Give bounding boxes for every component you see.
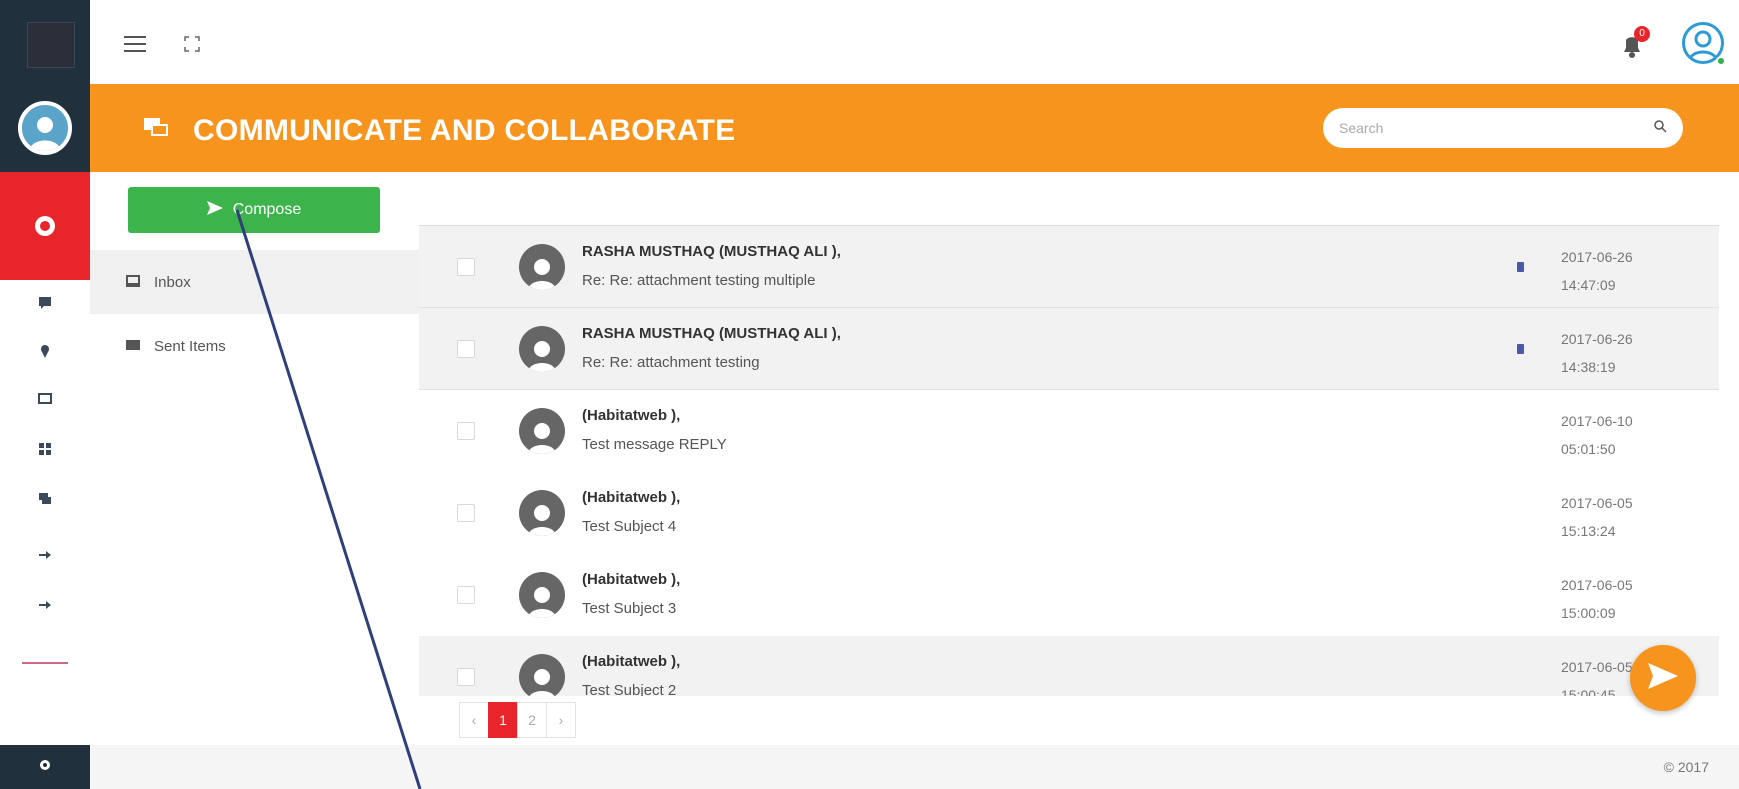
monitor-icon[interactable] xyxy=(36,390,54,408)
menu-icon[interactable] xyxy=(124,36,146,52)
message-row[interactable]: RASHA MUSTHAQ (MUSTHAQ ALI ), Re: Re: at… xyxy=(419,308,1719,390)
app-window: 0 COMMUNICATE AND COLLABORATE Compose In… xyxy=(0,0,1739,789)
row-checkbox[interactable] xyxy=(457,422,475,440)
message-subject: Re: Re: attachment testing multiple xyxy=(582,272,816,289)
page-1[interactable]: 1 xyxy=(488,702,518,738)
page-prev[interactable]: ‹ xyxy=(459,702,489,738)
user-avatar[interactable] xyxy=(18,101,72,155)
message-sender: RASHA MUSTHAQ (MUSTHAQ ALI ), xyxy=(582,243,841,260)
list-toolbar xyxy=(419,172,1719,226)
message-subject: Test message REPLY xyxy=(582,436,727,453)
send-icon xyxy=(206,200,223,220)
search-icon[interactable] xyxy=(1653,119,1667,138)
sender-avatar xyxy=(519,325,565,372)
message-date: 2017-06-05 15:00:45 xyxy=(1561,659,1633,696)
gear-icon[interactable] xyxy=(38,758,52,777)
message-sender: (Habitatweb ), xyxy=(582,653,681,670)
message-date: 2017-06-05 15:00:09 xyxy=(1561,577,1633,621)
settings-area xyxy=(0,745,90,789)
online-status-dot xyxy=(1716,56,1726,66)
compose-label: Compose xyxy=(232,201,302,218)
inbox-icon xyxy=(126,274,140,291)
attachment-icon xyxy=(1517,344,1524,354)
rail-user-area xyxy=(0,84,90,172)
left-rail xyxy=(0,0,90,789)
copyright-text: © 2017 xyxy=(1663,759,1709,775)
message-list: RASHA MUSTHAQ (MUSTHAQ ALI ), Re: Re: at… xyxy=(419,172,1719,745)
compose-button[interactable]: Compose xyxy=(128,187,380,233)
page-header: COMMUNICATE AND COLLABORATE xyxy=(90,84,1739,172)
chat-icon[interactable] xyxy=(36,294,54,312)
sender-avatar xyxy=(519,653,565,696)
attachment-icon xyxy=(1517,262,1524,272)
message-row[interactable]: (Habitatweb ), Test Subject 2 2017-06-05… xyxy=(419,636,1719,696)
send-icon xyxy=(1648,662,1678,694)
nav-item-sent-items[interactable]: Sent Items xyxy=(90,314,419,378)
row-checkbox[interactable] xyxy=(457,667,475,686)
page-next[interactable]: › xyxy=(546,702,576,738)
row-checkbox[interactable] xyxy=(457,339,475,358)
message-row[interactable]: (Habitatweb ), Test Subject 3 2017-06-05… xyxy=(419,554,1719,636)
comments-icon[interactable] xyxy=(36,490,54,508)
message-rows: RASHA MUSTHAQ (MUSTHAQ ALI ), Re: Re: at… xyxy=(419,226,1719,696)
row-checkbox[interactable] xyxy=(457,257,475,276)
message-date: 2017-06-10 05:01:50 xyxy=(1561,413,1633,457)
message-date: 2017-06-26 14:47:09 xyxy=(1561,249,1633,293)
grid-icon[interactable] xyxy=(36,440,54,458)
notification-badge: 0 xyxy=(1634,26,1650,42)
mail-sidebar: Compose Inbox Sent Items xyxy=(90,172,419,745)
rail-logo-area xyxy=(0,0,90,84)
message-subject: Test Subject 4 xyxy=(582,518,677,535)
message-sender: RASHA MUSTHAQ (MUSTHAQ ALI ), xyxy=(582,325,841,342)
hand-point-icon-2[interactable] xyxy=(36,596,54,614)
fullscreen-icon[interactable] xyxy=(184,36,200,52)
page-title: COMMUNICATE AND COLLABORATE xyxy=(193,114,736,147)
sender-avatar xyxy=(519,408,565,454)
message-sender: (Habitatweb ), xyxy=(582,489,681,506)
location-pin-icon[interactable] xyxy=(36,342,54,360)
message-date: 2017-06-05 15:13:24 xyxy=(1561,495,1633,539)
search-box[interactable] xyxy=(1323,108,1683,148)
partner-logo-icon[interactable] xyxy=(22,654,68,672)
hand-point-icon[interactable] xyxy=(36,546,54,564)
message-row[interactable]: (Habitatweb ), Test Subject 4 2017-06-05… xyxy=(419,472,1719,554)
page-2[interactable]: 2 xyxy=(517,702,547,738)
message-subject: Test Subject 3 xyxy=(582,600,677,617)
rail-item-active[interactable] xyxy=(0,172,90,280)
send-fab-button[interactable] xyxy=(1630,645,1696,711)
sender-avatar xyxy=(519,572,565,618)
sender-avatar xyxy=(519,490,565,536)
top-bar: 0 xyxy=(90,0,1739,84)
nav-item-label: Sent Items xyxy=(154,337,226,355)
row-checkbox[interactable] xyxy=(457,504,475,522)
nav-item-label: Inbox xyxy=(154,273,191,291)
message-row[interactable]: RASHA MUSTHAQ (MUSTHAQ ALI ), Re: Re: at… xyxy=(419,226,1719,308)
footer: © 2017 xyxy=(90,745,1739,789)
message-subject: Test Subject 2 xyxy=(582,682,677,696)
search-input[interactable] xyxy=(1339,120,1653,136)
message-sender: (Habitatweb ), xyxy=(582,571,681,588)
sender-avatar xyxy=(519,243,565,290)
message-sender: (Habitatweb ), xyxy=(582,407,681,424)
comments-icon xyxy=(144,118,168,138)
envelope-icon xyxy=(126,338,140,355)
pagination: ‹ 1 2 › xyxy=(459,702,576,738)
logo[interactable] xyxy=(27,22,75,68)
message-date: 2017-06-26 14:38:19 xyxy=(1561,331,1633,375)
row-checkbox[interactable] xyxy=(457,586,475,604)
message-subject: Re: Re: attachment testing xyxy=(582,354,760,371)
message-row[interactable]: (Habitatweb ), Test message REPLY 2017-0… xyxy=(419,390,1719,472)
record-icon xyxy=(35,216,55,236)
nav-item-inbox[interactable]: Inbox xyxy=(90,250,419,314)
